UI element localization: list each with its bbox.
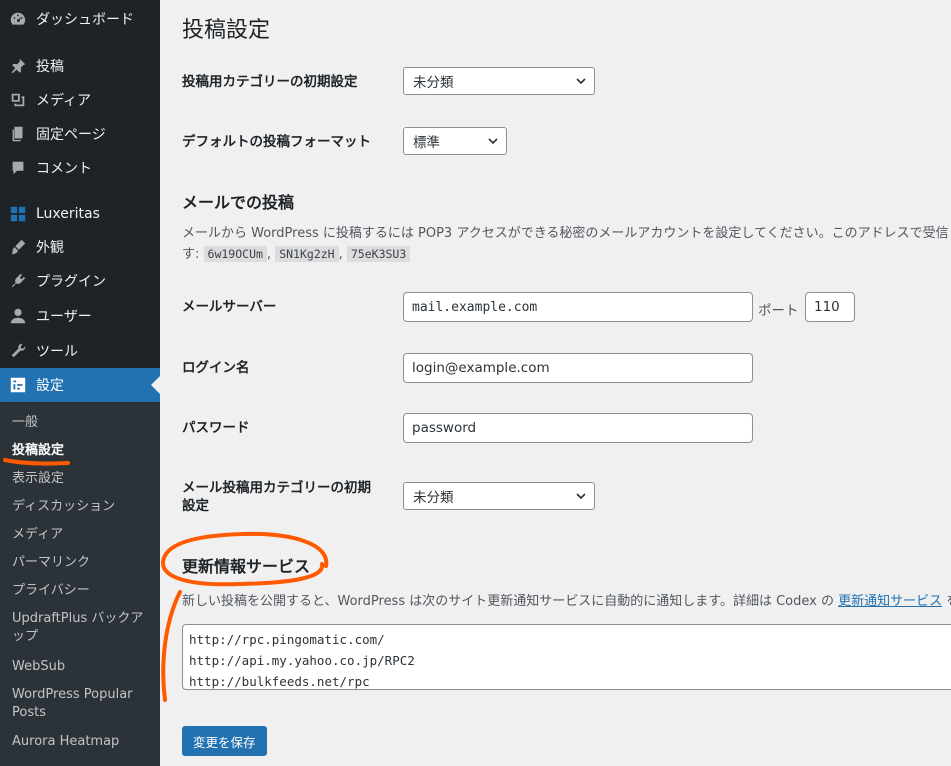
submenu-aurora-heatmap[interactable]: Aurora Heatmap [12, 733, 152, 751]
post-via-email-codes: す: 6w19OCUm, SN1Kg2zH, 75eK3SU3 [182, 244, 411, 265]
brush-icon [8, 237, 28, 257]
mail-category-label: メール投稿用カテゴリーの初期 設定 [182, 479, 371, 515]
desc-suffix: を参 [946, 594, 951, 609]
login-name-input[interactable]: login@example.com [403, 353, 753, 383]
submenu-discussion[interactable]: ディスカッション [12, 498, 152, 516]
port-input[interactable]: 110 [805, 292, 855, 322]
plug-icon [8, 271, 28, 291]
page-title: 投稿設定 [182, 18, 271, 43]
menu-label: ユーザー [36, 309, 92, 325]
submenu-general[interactable]: 一般 [12, 414, 152, 432]
pushpin-icon [8, 56, 28, 76]
user-icon [8, 306, 28, 326]
settings-submenu: 一般 投稿設定 表示設定 ディスカッション メディア パーマリンク プライバシー… [0, 402, 160, 766]
codes-prefix: す: [182, 247, 200, 262]
submenu-media[interactable]: メディア [12, 526, 152, 544]
menu-label: 固定ページ [36, 127, 106, 143]
admin-sidebar: ダッシュボード 投稿 メディア 固定ページ コメント Luxeritas 外観 … [0, 0, 160, 766]
submenu-writing[interactable]: 投稿設定 [12, 442, 152, 460]
menu-label: コメント [36, 161, 92, 177]
password-input[interactable]: password [403, 413, 753, 443]
update-services-heading: 更新情報サービス [182, 557, 311, 576]
submenu-updraftplus[interactable]: UpdraftPlus バックアップ [12, 610, 152, 646]
menu-label: 投稿 [36, 59, 64, 75]
mail-category-label-line1: メール投稿用カテゴリーの初期 [182, 480, 371, 496]
code-separator: , [338, 247, 343, 262]
ping-sites-textarea[interactable]: http://rpc.pingomatic.com/ http://api.my… [182, 624, 951, 690]
chevron-down-icon [576, 493, 586, 500]
menu-label: 設定 [36, 378, 64, 394]
default-format-select[interactable]: 標準 [403, 127, 507, 155]
random-code: SN1Kg2zH [275, 246, 339, 262]
submenu-permalinks[interactable]: パーマリンク [12, 554, 152, 572]
menu-label: Luxeritas [36, 206, 100, 222]
select-value: 標準 [413, 135, 440, 151]
mail-server-input[interactable]: mail.example.com [403, 292, 753, 322]
password-label: パスワード [182, 420, 250, 436]
settings-content: 投稿設定 投稿用カテゴリーの初期設定 未分類 デフォルトの投稿フォーマット 標準… [160, 0, 951, 766]
default-category-select[interactable]: 未分類 [403, 67, 595, 95]
select-value: 未分類 [413, 490, 454, 506]
code-separator: , [266, 247, 272, 262]
random-code: 75eK3SU3 [346, 246, 411, 262]
grid-icon [8, 204, 28, 224]
ping-url: http://bulkfeeds.net/rpc [189, 674, 370, 689]
menu-label: 外観 [36, 240, 64, 256]
submenu-popular-posts[interactable]: WordPress Popular Posts [12, 686, 152, 722]
default-category-label: 投稿用カテゴリーの初期設定 [182, 74, 358, 90]
ping-url: http://rpc.pingomatic.com/ [189, 632, 385, 647]
submenu-websub[interactable]: WebSub [12, 658, 152, 676]
menu-label: メディア [36, 93, 92, 109]
menu-posts[interactable]: 投稿 [0, 49, 160, 83]
menu-pages[interactable]: 固定ページ [0, 117, 160, 151]
post-via-email-heading: メールでの投稿 [182, 193, 295, 212]
update-services-link[interactable]: 更新通知サービス [838, 594, 942, 609]
menu-luxeritas[interactable]: Luxeritas [0, 197, 160, 231]
menu-settings[interactable]: 設定 [0, 368, 160, 402]
menu-users[interactable]: ユーザー [0, 299, 160, 333]
menu-dashboard[interactable]: ダッシュボード [0, 2, 160, 36]
default-format-label: デフォルトの投稿フォーマット [182, 134, 371, 150]
chevron-down-icon [488, 138, 498, 145]
login-name-label: ログイン名 [182, 360, 250, 376]
menu-tools[interactable]: ツール [0, 334, 160, 368]
active-indicator [151, 376, 160, 394]
menu-label: ツール [36, 344, 78, 360]
port-label: ポート [758, 303, 799, 319]
chevron-down-icon [576, 78, 586, 85]
media-icon [8, 90, 28, 110]
menu-comments[interactable]: コメント [0, 151, 160, 185]
page-icon [8, 124, 28, 144]
submenu-reading[interactable]: 表示設定 [12, 470, 152, 488]
settings-icon [8, 375, 28, 395]
comment-icon [8, 158, 28, 178]
save-changes-button[interactable]: 変更を保存 [182, 726, 267, 756]
menu-label: プラグイン [36, 274, 106, 290]
select-value: 未分類 [413, 75, 454, 91]
menu-appearance[interactable]: 外観 [0, 230, 160, 264]
menu-media[interactable]: メディア [0, 83, 160, 117]
post-via-email-description: メールから WordPress に投稿するには POP3 アクセスができる秘密の… [182, 226, 951, 241]
submenu-privacy[interactable]: プライバシー [12, 582, 152, 600]
dashboard-icon [8, 9, 28, 29]
mail-server-label: メールサーバー [182, 299, 277, 315]
menu-plugins[interactable]: プラグイン [0, 264, 160, 298]
random-code: 6w19OCUm [203, 246, 267, 262]
ping-url: http://api.my.yahoo.co.jp/RPC2 [189, 653, 415, 668]
menu-label: ダッシュボード [36, 12, 134, 28]
desc-text: 新しい投稿を公開すると、WordPress は次のサイト更新通知サービスに自動的… [182, 594, 834, 609]
mail-category-select[interactable]: 未分類 [403, 482, 595, 510]
mail-category-label-line2: 設定 [182, 498, 209, 514]
update-services-description: 新しい投稿を公開すると、WordPress は次のサイト更新通知サービスに自動的… [182, 592, 951, 612]
wrench-icon [8, 341, 28, 361]
